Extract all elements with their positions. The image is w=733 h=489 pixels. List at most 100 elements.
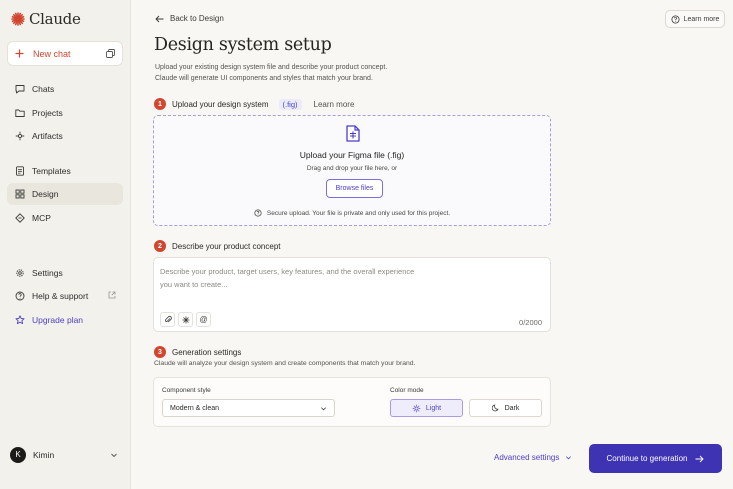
copy-icon[interactable] [106,49,115,58]
secure-note-text: Secure upload. Your file is private and … [266,209,451,217]
sparkle-button[interactable] [178,312,193,327]
character-counter: 0/2000 [519,318,542,327]
learn-more-link[interactable]: Learn more [314,100,355,109]
dark-mode-button[interactable]: Dark [469,399,542,417]
step-number-badge: 2 [154,240,166,252]
figma-file-icon [346,125,360,142]
user-name: Kimin [33,449,55,460]
sidebar-item-label: Design [32,189,59,199]
claude-starburst-icon [11,12,25,26]
plus-icon [15,49,24,58]
step-title: Generation settings [172,347,242,357]
learn-more-button[interactable]: Learn more [665,10,725,28]
sidebar-item-label: Chats [32,84,55,94]
sidebar-item-chats[interactable]: Chats [7,78,123,100]
chevron-down-icon [566,456,572,460]
back-label: Back to Design [170,14,224,23]
folder-icon [14,108,25,119]
dropzone-title: Upload your Figma file (.fig) [299,150,405,160]
subtitle-line: Upload your existing design system file … [155,64,388,71]
dark-label: Dark [504,404,520,412]
sidebar-item-mcp[interactable]: MCP [7,207,123,229]
at-sign-icon: @ [199,315,208,324]
generation-settings-card: Component style Modern & clean Color mod… [153,377,551,427]
sidebar-item-help[interactable]: Help & support [7,285,123,307]
sidebar-item-label: Artifacts [32,131,63,141]
template-doc-icon [14,166,25,177]
sidebar-item-design[interactable]: Design [7,183,123,205]
artifacts-icon [14,131,25,142]
avatar: K [10,446,26,463]
app-logo[interactable]: Claude [11,10,81,28]
placeholder-line: you want to create... [160,280,228,289]
step-title: Upload your design system [172,99,269,109]
help-circle-icon [671,14,680,24]
advanced-settings-toggle[interactable]: Advanced settings [494,453,572,462]
chat-bubble-icon [14,84,25,95]
component-style-value: Modern & clean [170,404,220,412]
help-circle-icon [14,291,25,302]
placeholder-line: Describe your product, target users, key… [160,267,415,276]
arrow-left-icon [155,15,164,22]
sun-icon [412,404,421,412]
browse-files-button[interactable]: Browse files [326,179,383,198]
subtitle-line: Claude will generate UI components and s… [155,75,373,82]
sidebar: Claude New chat Chats Projects Artifacts… [0,0,131,489]
step-number-badge: 3 [154,346,166,358]
file-type-tag: (.fig) [278,98,302,110]
sidebar-item-label: Templates [32,166,71,176]
concept-textarea[interactable]: Describe your product, target users, key… [153,257,551,332]
color-mode-label: Color mode [390,387,424,394]
step-upload-header: 1 Upload your design system (.fig) Learn… [154,98,354,110]
sidebar-item-label: MCP [32,213,51,223]
page-title: Design system setup [154,35,332,55]
sidebar-item-label: Projects [32,108,63,118]
chevron-down-icon [111,453,117,457]
mcp-icon [14,213,25,224]
component-style-label: Component style [162,387,211,394]
new-chat-label: New chat [33,48,71,59]
sidebar-item-label: Settings [32,268,63,278]
external-link-icon [108,291,116,301]
learn-more-label: Learn more [683,15,720,23]
moon-icon [491,404,499,412]
continue-label: Continue to generation [606,454,688,463]
file-dropzone[interactable]: Upload your Figma file (.fig) Drag and d… [153,115,551,226]
new-chat-button[interactable]: New chat [7,41,123,66]
sidebar-item-templates[interactable]: Templates [7,160,123,182]
step-generation-header: 3 Generation settings [154,346,241,358]
secure-note: Secure upload. Your file is private and … [154,209,550,217]
app-name: Claude [29,10,81,28]
light-mode-button[interactable]: Light [390,399,463,417]
step-concept-header: 2 Describe your product concept [154,240,281,252]
component-style-select[interactable]: Modern & clean [162,399,335,417]
attach-button[interactable] [160,312,175,327]
concept-placeholder: Describe your product, target users, key… [160,265,460,291]
user-menu[interactable]: K Kimin [10,446,118,463]
paperclip-icon [164,316,172,323]
sidebar-item-label: Upgrade plan [32,315,84,325]
step-number-badge: 1 [154,98,166,110]
sidebar-item-settings[interactable]: Settings [7,262,123,284]
sidebar-item-upgrade[interactable]: Upgrade plan [7,309,123,331]
arrow-right-icon [695,455,705,462]
grid-icon [14,189,25,200]
help-circle-icon [254,209,262,217]
sparkle-icon [182,316,189,323]
page-subtitle: Upload your existing design system file … [155,62,455,84]
continue-button[interactable]: Continue to generation [589,444,722,473]
star-icon [14,315,25,326]
gear-icon [14,268,25,279]
sidebar-item-artifacts[interactable]: Artifacts [7,125,123,147]
mention-button[interactable]: @ [196,312,211,327]
sidebar-item-label: Help & support [32,291,89,301]
generation-subtitle: Claude will analyze your design system a… [154,360,416,367]
sidebar-item-projects[interactable]: Projects [7,102,123,124]
dropzone-subtitle: Drag and drop your file here, or [306,165,398,172]
advanced-settings-label: Advanced settings [494,453,560,462]
back-link[interactable]: Back to Design [155,14,224,23]
chevron-down-icon [321,406,326,410]
light-label: Light [425,404,442,412]
step-title: Describe your product concept [172,241,281,251]
concept-toolbar: @ [160,312,211,327]
